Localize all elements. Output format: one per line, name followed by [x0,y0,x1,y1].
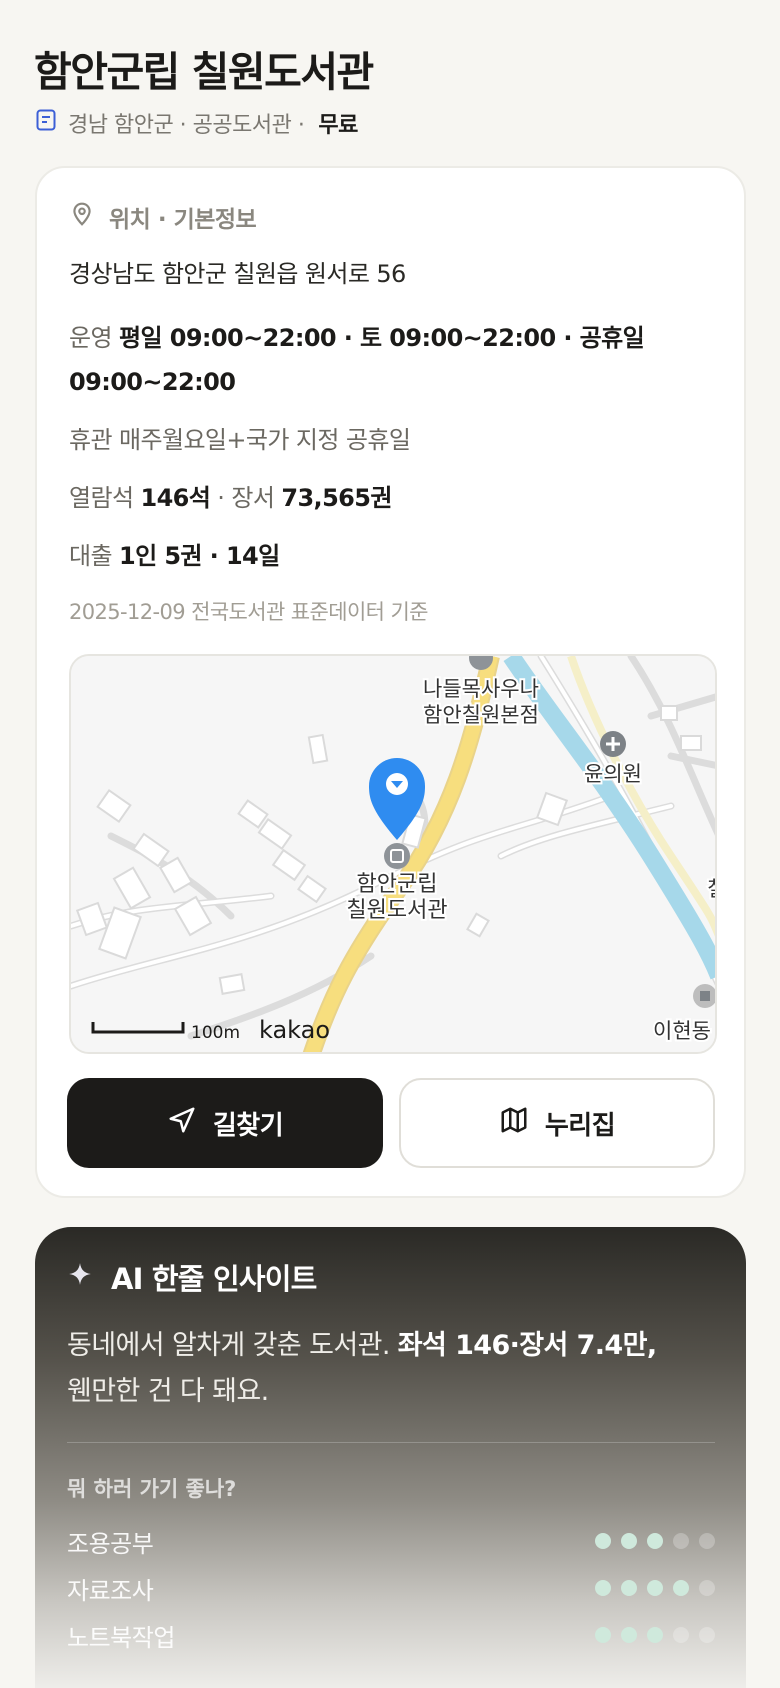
closed-days: 휴관 매주월요일+국가 지정 공휴일 [69,420,411,455]
navigation-arrow-icon [167,1105,197,1142]
rating-dot-filled [647,1627,663,1643]
map-brand-logo: kakao [259,1016,330,1044]
directions-button[interactable]: 길찾기 [67,1078,383,1168]
marker-label-1: 함안군립 [357,872,438,897]
ai-text-plain: 동네에서 알차게 갖춘 도서관. [67,1330,398,1361]
sauna-label-2: 함안칠원본점 [423,703,539,727]
loan-label: 대출 [69,542,113,570]
info-card: 위치 · 기본정보 경상남도 함안군 칠원읍 원서로 56 운영 평일 09:0… [35,166,746,1198]
marker-label-2: 칠원도서관 [346,898,447,923]
rating-dot-filled [621,1627,637,1643]
activity-label: 조용공부 [67,1529,154,1558]
hours-label: 운영 [69,324,113,352]
rating-dots [595,1627,715,1643]
activity-label: 노트북작업 [67,1623,175,1652]
rating-dot-filled [595,1533,611,1549]
edge-poi-label: 칠 [707,877,717,901]
ai-insight-text: 동네에서 알차게 갖춘 도서관. 좌석 146·장서 7.4만, 웬만한 건 다… [67,1323,707,1415]
separator: · [217,484,225,512]
section-header: 위치 · 기본정보 [69,200,257,234]
activity-row: 자료조사 [67,1571,715,1605]
hours-value: 평일 09:00~22:00 · 토 09:00~22:00 · 공휴일 09:… [69,324,645,396]
rating-dots [595,1580,715,1596]
rating-dot-filled [647,1533,663,1549]
closed-label: 휴관 [69,426,113,454]
rating-dot-empty [673,1533,689,1549]
opening-hours: 운영 평일 09:00~22:00 · 토 09:00~22:00 · 공휴일 … [69,316,709,404]
rating-dot-filled [595,1580,611,1596]
rating-dot-filled [647,1580,663,1596]
seats-label: 열람석 [69,484,134,512]
document-icon [34,108,58,138]
loan-value: 1인 5권 · 14일 [119,542,280,570]
rating-dot-filled [595,1627,611,1643]
scale-label: 100m [191,1023,240,1043]
books-label: 장서 [231,484,275,512]
rating-dot-filled [673,1580,689,1596]
activity-row: 조용공부 [67,1524,715,1558]
page-title: 함안군립 칠원도서관 [34,48,374,96]
closed-value: 매주월요일+국가 지정 공휴일 [119,426,411,454]
clinic-label: 윤의원 [584,762,642,786]
sauna-label-1: 나들목사우나 [423,677,539,701]
ai-text-tail: 웬만한 건 다 돼요. [67,1376,269,1407]
library-meta: 경남 함안군 · 공공도서관 · 무료 [34,106,358,140]
dong-label: 이현동 [653,1019,711,1043]
rating-dot-empty [699,1580,715,1596]
seats-value: 146석 [140,484,211,512]
ai-insight-header: AI 한줄 인사이트 [67,1257,317,1297]
ai-insight-title: AI 한줄 인사이트 [111,1262,317,1296]
capacity: 열람석 146석 · 장서 73,565권 [69,478,392,513]
divider [67,1442,715,1443]
activity-row: 노트북작업 [67,1618,715,1652]
address: 경상남도 함안군 칠원읍 원서로 56 [69,260,406,288]
library-region: 경남 함안군 · 공공도서관 · [68,113,305,138]
map-view[interactable]: 나들목사우나 함안칠원본점 윤의원 함안군립 칠원도서관 칠 [69,654,717,1054]
rating-dot-filled [621,1533,637,1549]
data-source: 2025-12-09 전국도서관 표준데이터 기준 [69,600,429,624]
fee-badge: 무료 [318,113,358,138]
rating-dots [595,1533,715,1549]
website-label: 누리집 [544,1110,616,1141]
rating-dot-empty [699,1533,715,1549]
rating-dot-empty [699,1627,715,1643]
activity-label: 자료조사 [67,1576,154,1605]
directions-label: 길찾기 [212,1110,284,1141]
sparkle-icon [67,1260,93,1294]
location-pin-icon [69,201,95,233]
rating-dot-filled [621,1580,637,1596]
map-icon [499,1105,529,1142]
rating-dot-empty [673,1627,689,1643]
ai-insight-card: AI 한줄 인사이트 동네에서 알차게 갖춘 도서관. 좌석 146·장서 7.… [35,1227,746,1688]
website-button[interactable]: 누리집 [399,1078,715,1168]
loan-policy: 대출 1인 5권 · 14일 [69,536,280,571]
activity-question: 뭐 하러 가기 좋나? [67,1477,237,1501]
section-title: 위치 · 기본정보 [109,207,257,233]
ai-text-bold: 좌석 146·장서 7.4만, [397,1330,657,1361]
books-value: 73,565권 [281,484,392,512]
